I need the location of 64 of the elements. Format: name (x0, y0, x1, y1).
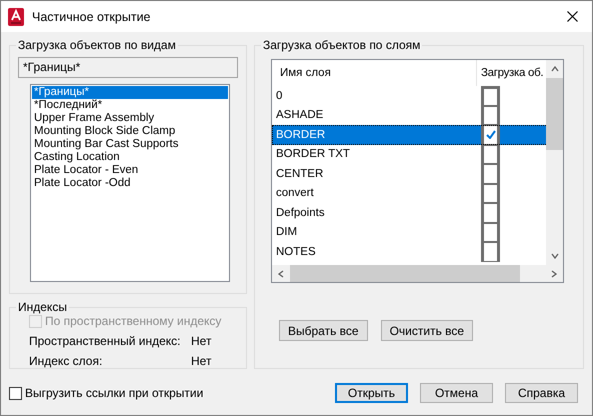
load-checkbox[interactable] (481, 125, 500, 144)
scroll-up-icon[interactable] (550, 66, 558, 72)
load-checkbox[interactable] (481, 144, 500, 164)
load-checkbox[interactable] (481, 203, 500, 222)
layer-name: ASHADE (275, 109, 324, 122)
current-view-field: *Границы* (18, 57, 238, 78)
dialog-button[interactable]: Открыть (335, 383, 408, 403)
layer-name: NOTES (275, 246, 317, 258)
layer-row[interactable]: 0 (272, 86, 548, 106)
unload-refs-label: Выгрузить ссылки при открытии (25, 386, 204, 400)
layer-name: DIM (275, 226, 298, 238)
views-list[interactable]: *Границы* *Последний* Upper Frame Assembly Mounting Block Side Clamp Mounting Bar Cast Supports Casting Location Plate Locator - Even Plate Locator -Odd (30, 84, 230, 282)
layer-row[interactable]: ASHADE (272, 106, 548, 125)
view-item[interactable]: *Последний* (32, 99, 228, 112)
layer-row[interactable]: DIM (272, 222, 548, 242)
layer-name: BORDER TXT (275, 148, 351, 160)
clear-all-button[interactable]: Очистить все (380, 320, 474, 341)
info-value: Нет (191, 354, 212, 368)
load-checkbox[interactable] (481, 242, 500, 262)
layer-row[interactable]: BORDER TXT (272, 144, 548, 164)
layer-name: BORDER (275, 128, 326, 141)
check-icon (486, 130, 496, 140)
layer-row[interactable]: NOTES (272, 242, 548, 262)
view-item[interactable]: Upper Frame Assembly (32, 112, 228, 125)
layer-name: convert (275, 187, 315, 200)
group-title: Загрузка объектов по слоям (262, 38, 422, 52)
scroll-down-icon[interactable] (550, 253, 558, 259)
column-header[interactable]: Имя слоя (272, 60, 477, 86)
group-title: Загрузка объектов по видам (17, 38, 177, 52)
select-all-button[interactable]: Выбрать все (279, 320, 368, 341)
window-title: Частичное открытие (32, 10, 152, 24)
layer-name: 0 (275, 90, 284, 102)
info-label: Индекс слоя: (29, 354, 104, 368)
scroll-left-icon[interactable] (278, 270, 284, 278)
layer-row[interactable]: BORDER (272, 125, 548, 144)
layer-name: CENTER (275, 168, 324, 180)
layer-row[interactable]: CENTER (272, 164, 548, 184)
dialog-button[interactable]: Отмена (420, 383, 493, 403)
layer-name: Defpoints (275, 206, 326, 219)
view-item[interactable]: Casting Location (32, 151, 228, 164)
unload-refs-checkbox[interactable] (9, 386, 22, 400)
load-checkbox[interactable] (481, 164, 500, 184)
column-header[interactable]: Загрузка об. (477, 60, 547, 86)
view-item[interactable]: Plate Locator -Odd (32, 177, 228, 190)
horizontal-scrollbar[interactable] (272, 265, 563, 282)
spatial-index-label: По пространственному индексу (45, 314, 222, 328)
dialog-button[interactable]: Справка (505, 383, 578, 403)
layer-row[interactable]: Defpoints (272, 203, 548, 222)
load-checkbox[interactable] (481, 222, 500, 242)
layer-row[interactable]: convert (272, 184, 548, 203)
view-item[interactable]: Plate Locator - Even (32, 164, 228, 177)
view-item[interactable]: Mounting Bar Cast Supports (32, 138, 228, 151)
load-checkbox[interactable] (481, 106, 500, 125)
scroll-right-icon[interactable] (551, 270, 557, 278)
info-value: Нет (191, 334, 212, 348)
load-checkbox[interactable] (481, 184, 500, 203)
load-checkbox[interactable] (481, 86, 500, 106)
view-item[interactable]: *Границы* (32, 86, 228, 99)
close-icon (566, 11, 578, 22)
view-item[interactable]: Mounting Block Side Clamp (32, 125, 228, 138)
group-title: Индексы (17, 300, 68, 314)
app-logo-icon (8, 8, 24, 26)
info-label: Пространственный индекс: (29, 334, 182, 348)
vertical-scrollbar[interactable] (546, 60, 563, 265)
